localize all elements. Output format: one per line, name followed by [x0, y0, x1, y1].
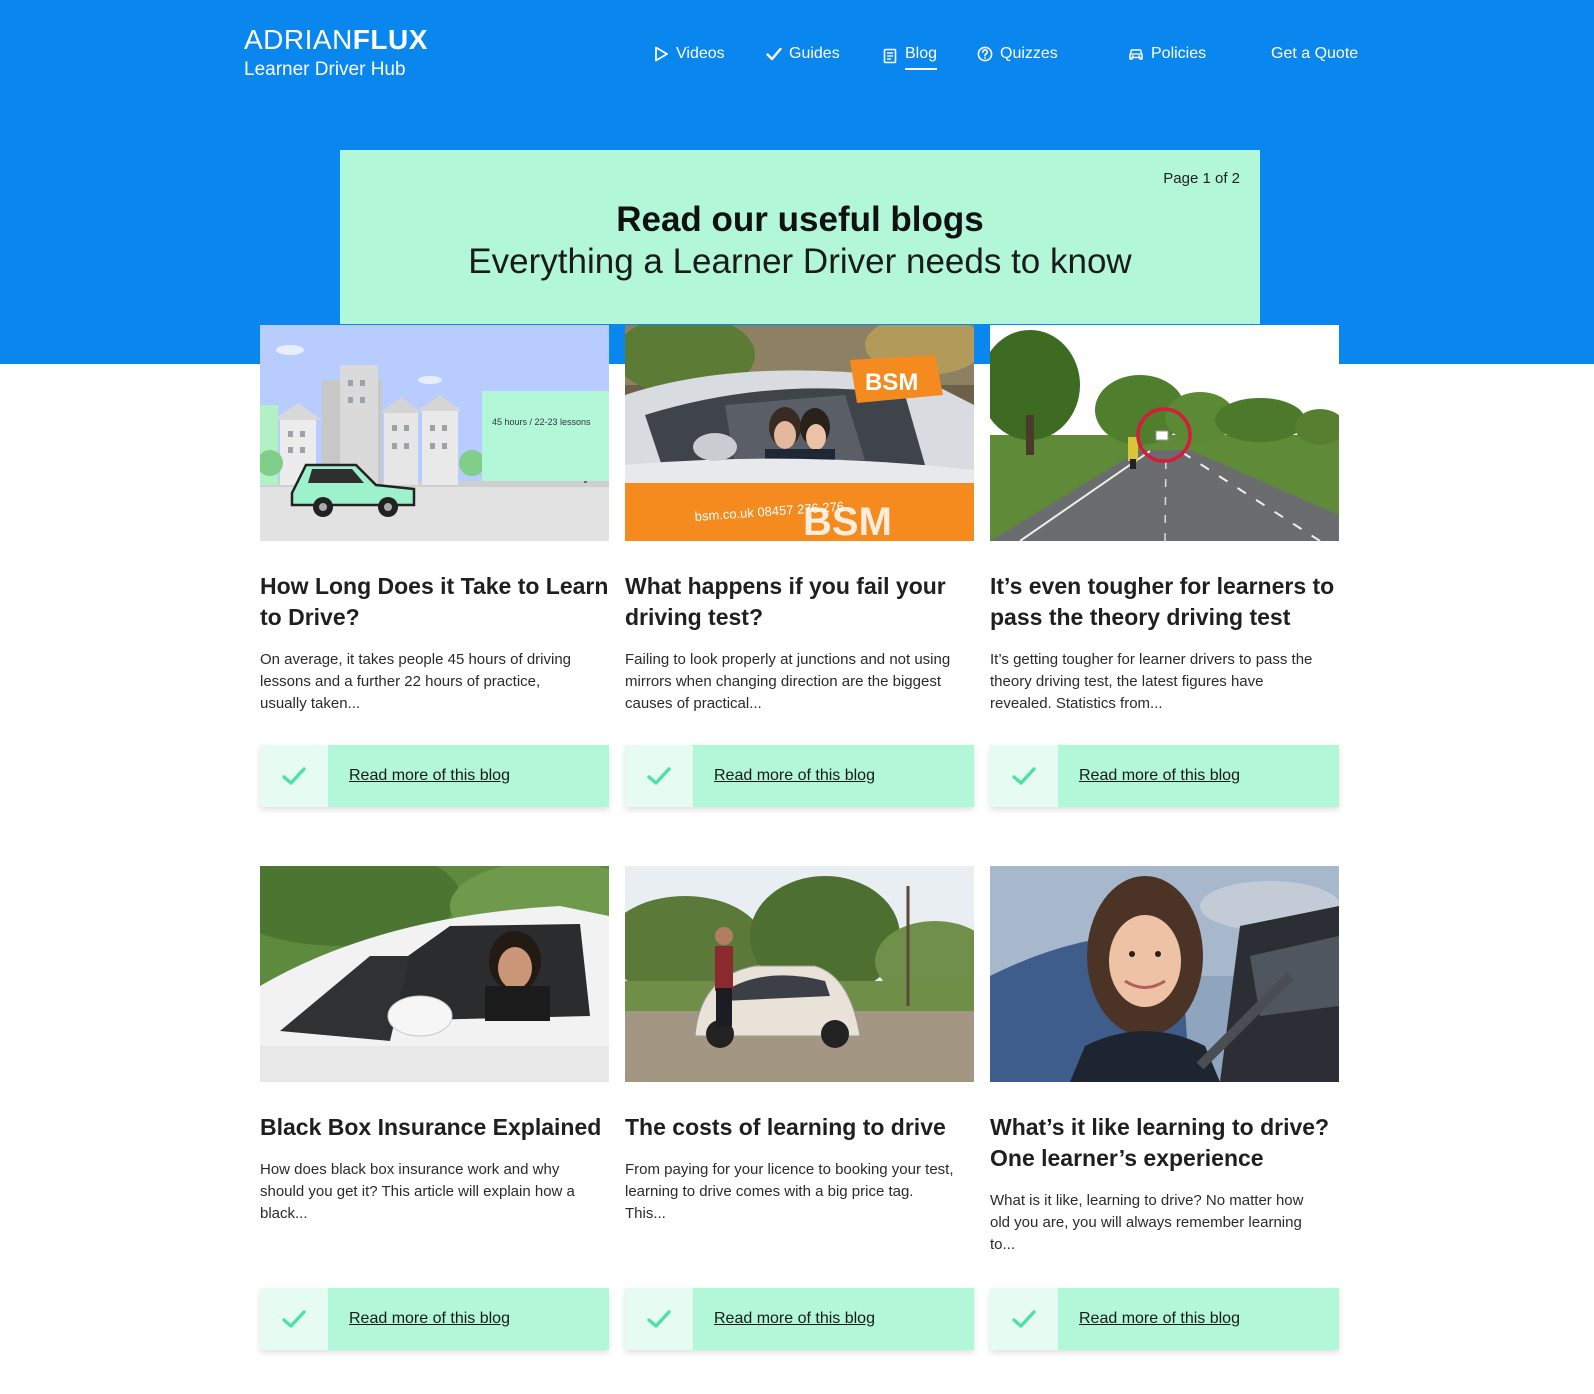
hazard-perception-road-photo[interactable] [990, 325, 1339, 541]
nav-quizzes[interactable]: Quizzes [977, 42, 1058, 66]
nav-blog[interactable]: Blog [882, 42, 938, 70]
read-more-link[interactable]: Read more of this blog [693, 745, 974, 807]
read-more-button[interactable]: Read more of this blog [260, 745, 609, 807]
check-icon [1012, 767, 1036, 785]
read-more-button[interactable]: Read more of this blog [990, 745, 1339, 807]
tick-box [625, 1288, 693, 1350]
blog-title[interactable]: It’s even tougher for learners to pass t… [990, 571, 1339, 633]
check-icon [282, 767, 306, 785]
blog-excerpt: From paying for your licence to booking … [625, 1161, 954, 1222]
nav-get-a-quote[interactable]: Get a Quote [1271, 42, 1358, 66]
nav-label: Blog [905, 42, 938, 70]
check-icon [282, 1310, 306, 1328]
blog-excerpt: It’s getting tougher for learner drivers… [990, 651, 1313, 712]
nav-videos[interactable]: Videos [653, 42, 725, 66]
blog-title[interactable]: What happens if you fail your driving te… [625, 571, 974, 633]
car-door-logo: BSM [803, 500, 892, 541]
nav-label: Guides [789, 45, 840, 62]
read-more-link[interactable]: Read more of this blog [1058, 745, 1339, 807]
check-icon [647, 767, 671, 785]
read-more-link[interactable]: Read more of this blog [693, 1288, 974, 1350]
blog-card: The costs of learning to drive From payi… [625, 866, 974, 1350]
bsm-learner-car-photo[interactable]: BSM bsm.co.uk 08457 276 276 BSM [625, 325, 974, 541]
book-icon [883, 48, 897, 64]
nav-guides[interactable]: Guides [766, 42, 840, 66]
play-icon [655, 46, 668, 62]
nav-label: Videos [676, 45, 725, 62]
read-more-link[interactable]: Read more of this blog [1058, 1288, 1339, 1350]
blog-title[interactable]: The costs of learning to drive [625, 1112, 974, 1143]
tick-box [260, 745, 328, 807]
nav-label: Quizzes [1000, 45, 1058, 62]
blog-card: Black Box Insurance Explained How does b… [260, 866, 609, 1350]
city-car-illustration[interactable]: 45 hours / 22-23 lessons [260, 325, 609, 541]
check-icon [766, 47, 782, 61]
nav-policies[interactable]: Policies [1128, 42, 1206, 66]
read-more-button[interactable]: Read more of this blog [260, 1288, 609, 1350]
page-subtitle: Everything a Learner Driver needs to kno… [468, 242, 1132, 281]
read-more-button[interactable]: Read more of this blog [990, 1288, 1339, 1350]
blog-card: 45 hours / 22-23 lessons How Long Does i… [260, 325, 609, 807]
blog-excerpt: On average, it takes people 45 hours of … [260, 651, 572, 712]
blog-card: It’s even tougher for learners to pass t… [990, 325, 1339, 807]
tick-box [625, 745, 693, 807]
page-indicator: Page 1 of 2 [1163, 170, 1240, 187]
main-nav: Videos Guides Blog Quizzes Policies Get … [0, 42, 1594, 70]
blog-title[interactable]: Black Box Insurance Explained [260, 1112, 609, 1143]
blog-excerpt: Failing to look properly at junctions an… [625, 651, 951, 712]
car-sign-logo: BSM [865, 369, 918, 396]
smiling-learner-driver-photo[interactable] [990, 866, 1339, 1082]
woman-in-white-car-photo[interactable] [260, 866, 609, 1082]
question-icon [977, 46, 993, 62]
nav-label: Get a Quote [1271, 45, 1359, 62]
tick-box [260, 1288, 328, 1350]
blog-banner: Page 1 of 2 Read our useful blogs Everyt… [340, 150, 1260, 324]
blog-title[interactable]: How Long Does it Take to Learn to Drive? [260, 571, 609, 633]
blog-excerpt: How does black box insurance work and wh… [260, 1161, 575, 1222]
read-more-button[interactable]: Read more of this blog [625, 745, 974, 807]
illustration-caption: 45 hours / 22-23 lessons [492, 417, 591, 427]
page-title: Read our useful blogs [616, 200, 984, 239]
blog-card: BSM bsm.co.uk 08457 276 276 BSM What hap… [625, 325, 974, 807]
blog-title[interactable]: What’s it like learning to drive? One le… [990, 1112, 1339, 1174]
read-more-link[interactable]: Read more of this blog [328, 745, 609, 807]
read-more-button[interactable]: Read more of this blog [625, 1288, 974, 1350]
man-with-fiat-photo[interactable] [625, 866, 974, 1082]
check-icon [647, 1310, 671, 1328]
blog-excerpt: What is it like, learning to drive? No m… [990, 1192, 1304, 1253]
tick-box [990, 745, 1058, 807]
blog-card: What’s it like learning to drive? One le… [990, 866, 1339, 1350]
car-icon [1129, 49, 1143, 60]
nav-label: Policies [1151, 45, 1207, 62]
read-more-link[interactable]: Read more of this blog [328, 1288, 609, 1350]
tick-box [990, 1288, 1058, 1350]
check-icon [1012, 1310, 1036, 1328]
